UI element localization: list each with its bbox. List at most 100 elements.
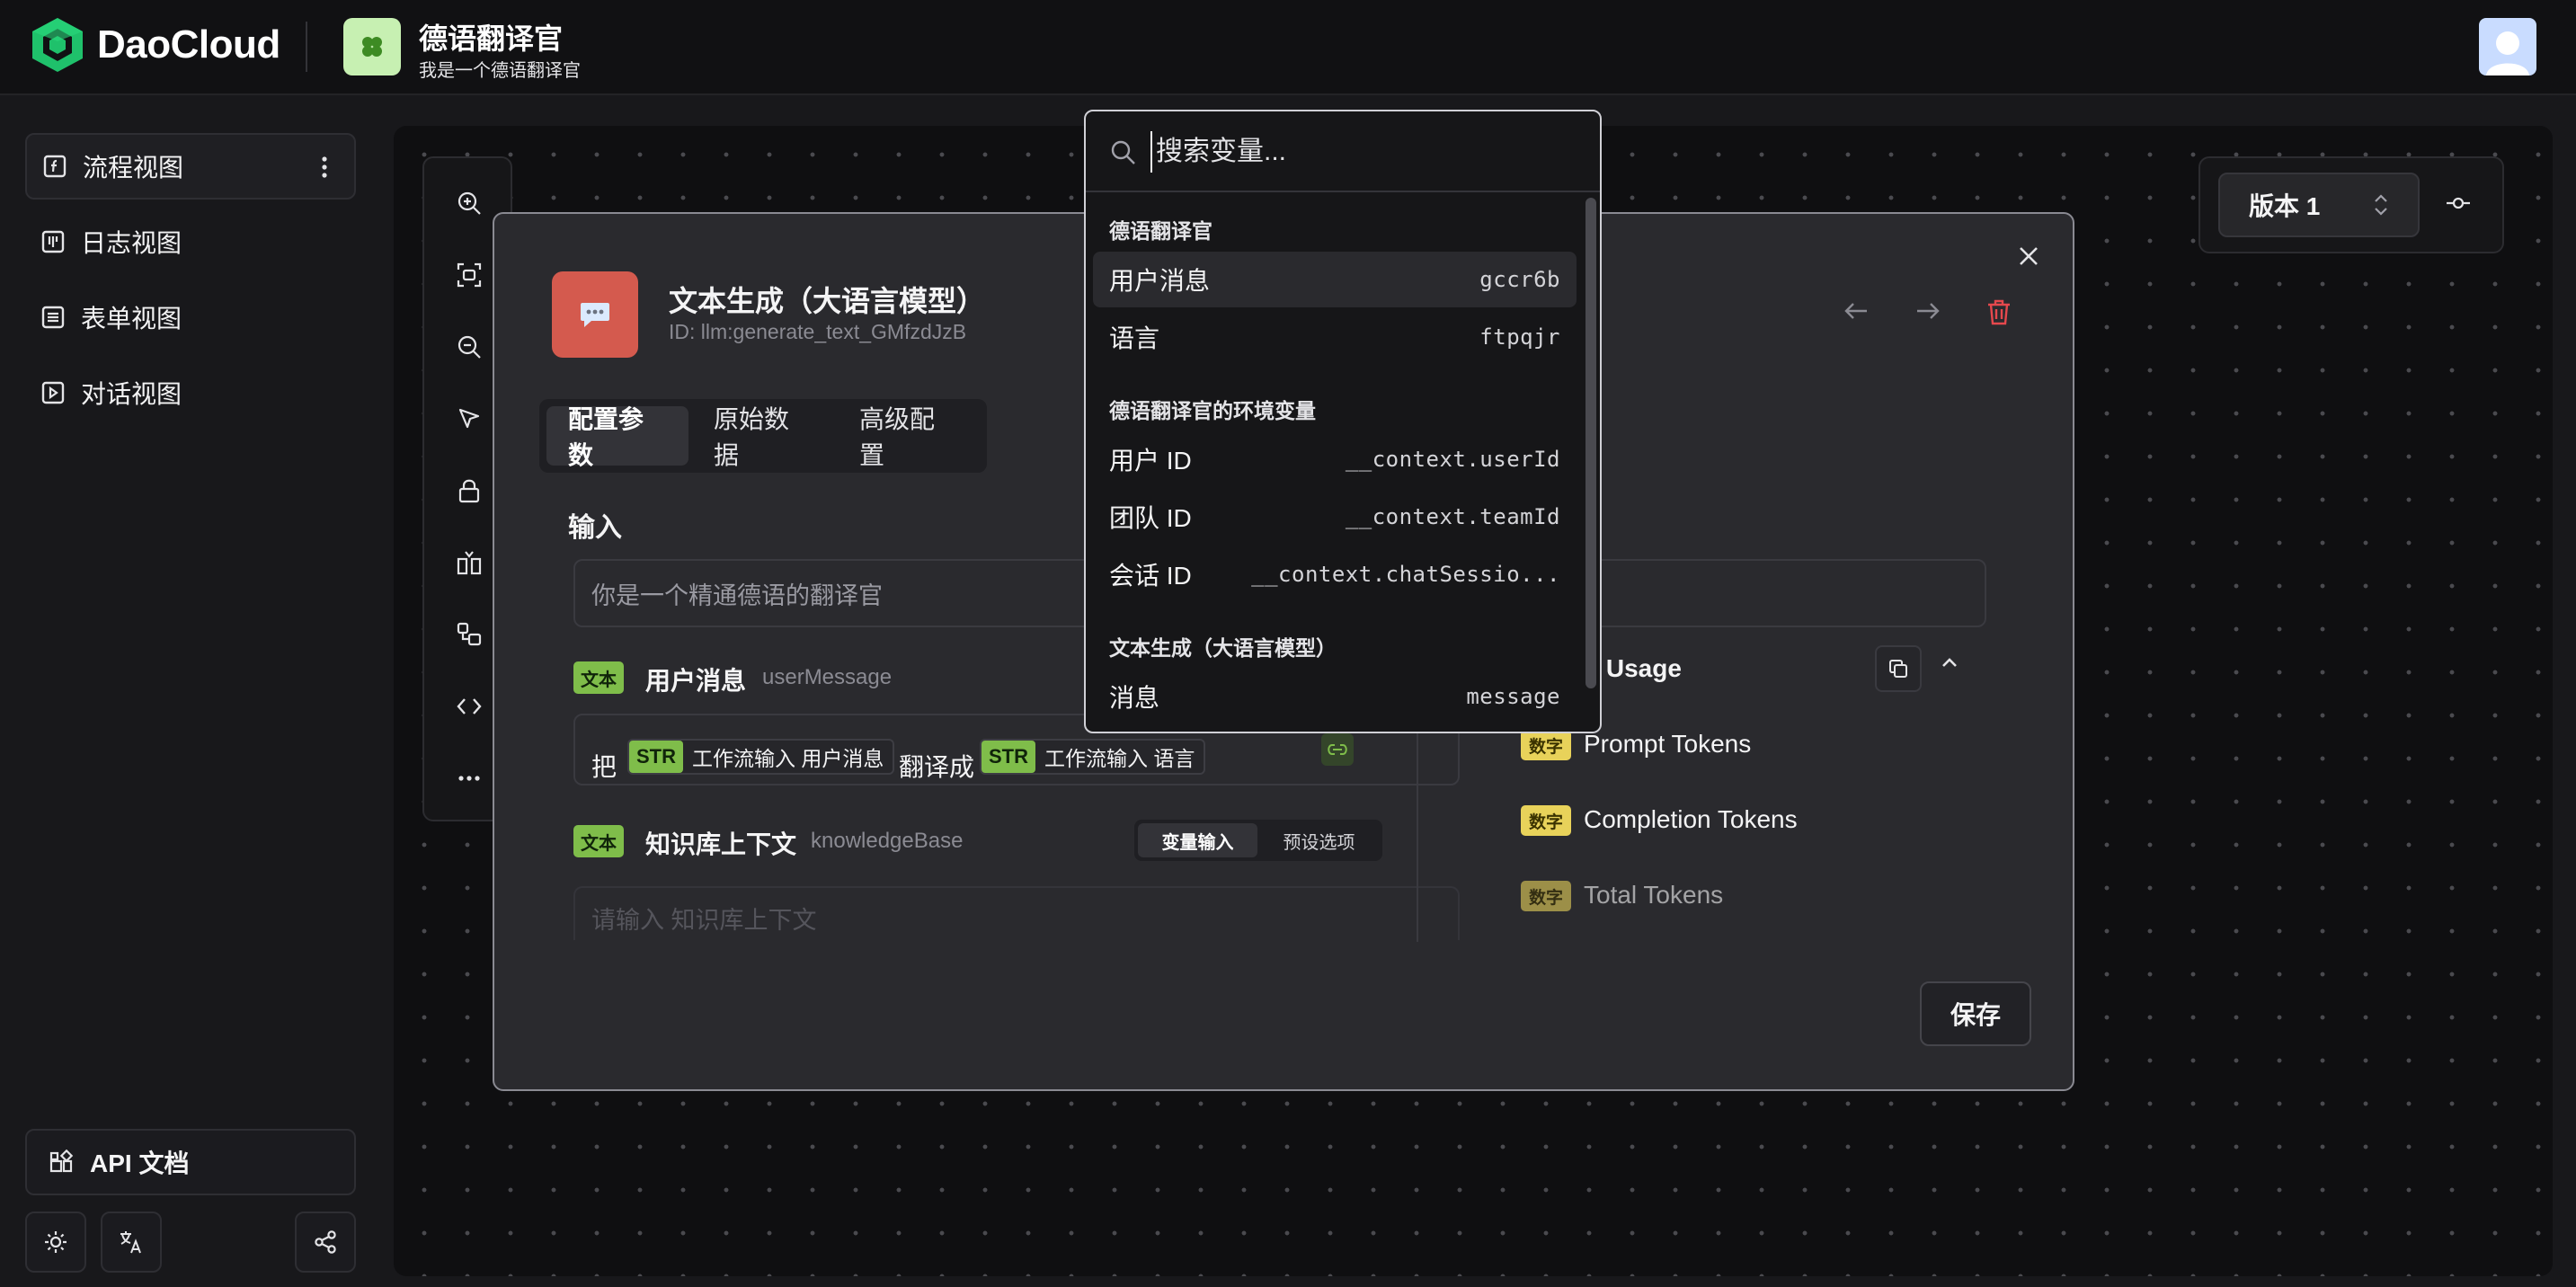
app-subtitle: 我是一个德语翻译官 (419, 61, 581, 81)
variable-option-key: ftpqjr (1479, 324, 1560, 350)
version-select[interactable]: 版本 1 (2218, 173, 2420, 237)
number-type-badge: 数字 (1521, 805, 1571, 836)
variable-option-name: 用户 ID (1109, 447, 1192, 475)
variable-search-row (1086, 111, 1600, 192)
input-mode-toggle: 变量输入 预设选项 (1134, 820, 1382, 861)
theme-toggle-button[interactable] (25, 1212, 86, 1273)
api-docs-label: API 文档 (90, 1149, 190, 1177)
daocloud-logo[interactable]: DaoCloud (31, 16, 280, 74)
brand-name: DaoCloud (97, 22, 280, 67)
message-prefix-text: 把 (591, 753, 617, 781)
arrow-left-icon[interactable] (1843, 300, 1870, 322)
text-type-badge: 文本 (573, 825, 624, 857)
form-icon (41, 306, 65, 329)
more-vertical-icon[interactable] (320, 155, 329, 180)
variable-option-user-id[interactable]: 用户 ID __context.userId (1093, 431, 1577, 487)
sidebar-item-form-view[interactable]: 表单视图 (25, 284, 356, 351)
trash-icon[interactable] (1986, 298, 2012, 325)
chevron-up-icon[interactable] (1936, 649, 1963, 676)
prompt-tokens-label: Prompt Tokens (1584, 730, 1752, 758)
knowledge-base-key: knowledgeBase (811, 829, 964, 853)
version-panel: 版本 1 (2198, 156, 2504, 253)
variable-chip-language[interactable]: STR 工作流输入 语言 (980, 739, 1206, 775)
daocloud-logo-icon (32, 18, 83, 72)
variable-option-user-message[interactable]: 用户消息 gccr6b (1093, 252, 1577, 307)
arrow-right-icon[interactable] (1914, 300, 1941, 322)
number-type-badge: 数字 (1521, 881, 1571, 911)
save-button[interactable]: 保存 (1920, 981, 2031, 1046)
variable-option-name: 消息 (1109, 684, 1160, 712)
variable-option-name: 语言 (1109, 324, 1160, 352)
user-icon (2486, 31, 2529, 75)
variable-option-key: message (1466, 684, 1560, 709)
text-type-badge: 文本 (573, 661, 624, 694)
chat-icon (41, 381, 65, 404)
pointer-icon[interactable] (451, 401, 487, 437)
variable-picker-popup: 德语翻译官 用户消息 gccr6b 语言 ftpqjr 德语翻译官的环境变量 用… (1084, 110, 1602, 733)
group-title-app: 德语翻译官 (1109, 219, 1212, 243)
variable-option-key: __context.teamId (1345, 504, 1560, 529)
translate-icon (120, 1231, 141, 1254)
share-icon (315, 1230, 336, 1254)
variable-option-name: 团队 ID (1109, 504, 1192, 532)
message-middle-text: 翻译成 (899, 753, 975, 781)
variable-option-language[interactable]: 语言 ftpqjr (1093, 309, 1577, 365)
seg-preset-options[interactable]: 预设选项 (1259, 823, 1379, 857)
group-title-llm-node: 文本生成（大语言模型） (1109, 636, 1337, 660)
variable-search-input[interactable] (1150, 131, 1573, 173)
user-avatar[interactable] (2479, 18, 2536, 75)
popup-scrollbar[interactable] (1586, 198, 1596, 688)
chat-bubble-icon (552, 271, 638, 358)
node-title: 文本生成（大语言模型） (669, 285, 986, 317)
config-tabs: 配置参数 原始数据 高级配置 (539, 399, 987, 473)
sidebar-item-chat-view[interactable]: 对话视图 (25, 359, 356, 426)
close-icon[interactable] (2017, 244, 2040, 268)
knowledge-base-label: 知识库上下文 (645, 830, 797, 858)
seg-variable-input[interactable]: 变量输入 (1138, 823, 1257, 857)
language-button[interactable] (101, 1212, 162, 1273)
node-id: ID: llm:generate_text_GMfzdJzB (669, 320, 967, 343)
number-type-badge: 数字 (1521, 730, 1571, 760)
copy-button[interactable] (1875, 645, 1922, 692)
share-button[interactable] (295, 1212, 356, 1273)
function-icon (43, 155, 67, 178)
link-icon[interactable] (1321, 733, 1354, 766)
log-icon (41, 230, 65, 253)
layout-icon[interactable] (451, 545, 487, 581)
variable-chip-label: 工作流输入 语言 (1044, 747, 1195, 770)
variable-option-team-id[interactable]: 团队 ID __context.teamId (1093, 489, 1577, 545)
variable-option-message[interactable]: 消息 message (1093, 669, 1577, 724)
str-type-tag: STR (982, 741, 1035, 773)
header-divider (306, 22, 307, 72)
tab-raw-data[interactable]: 原始数据 (692, 405, 834, 469)
zoom-out-icon[interactable] (451, 329, 487, 365)
zoom-in-icon[interactable] (451, 185, 487, 221)
tab-advanced-config[interactable]: 高级配置 (838, 405, 980, 469)
commit-icon[interactable] (2445, 194, 2472, 212)
code-icon[interactable] (451, 688, 487, 724)
sidebar-item-label: 对话视图 (81, 380, 182, 408)
chevron-up-down-icon (2375, 194, 2387, 216)
group-title-env: 德语翻译官的环境变量 (1109, 399, 1316, 422)
str-type-tag: STR (629, 741, 683, 773)
tab-config-params[interactable]: 配置参数 (546, 405, 688, 469)
variable-chip-user-message[interactable]: STR 工作流输入 用户消息 (627, 739, 895, 775)
sidebar-item-label: 日志视图 (81, 229, 182, 257)
user-message-key: userMessage (762, 665, 893, 689)
variable-option-key: gccr6b (1479, 267, 1560, 292)
variable-option-key: __context.userId (1345, 447, 1560, 472)
knowledge-base-input[interactable]: 请输入 知识库上下文 (573, 886, 1460, 940)
shapes-icon[interactable] (451, 617, 487, 652)
sidebar-item-log-view[interactable]: 日志视图 (25, 209, 356, 275)
sidebar-item-flow-view[interactable]: 流程视图 (25, 133, 356, 200)
api-docs-button[interactable]: API 文档 (25, 1129, 356, 1195)
clover-icon (343, 18, 401, 75)
system-prompt-input[interactable]: 你是一个精通德语的翻译官 (573, 559, 1131, 627)
fit-view-icon[interactable] (451, 257, 487, 293)
more-horizontal-icon[interactable] (451, 760, 487, 796)
variable-option-session-id[interactable]: 会话 ID __context.chatSessio... (1093, 546, 1577, 602)
sun-icon (45, 1231, 67, 1253)
copy-icon (1889, 660, 1907, 678)
completion-tokens-label: Completion Tokens (1584, 805, 1798, 833)
lock-icon[interactable] (451, 473, 487, 509)
